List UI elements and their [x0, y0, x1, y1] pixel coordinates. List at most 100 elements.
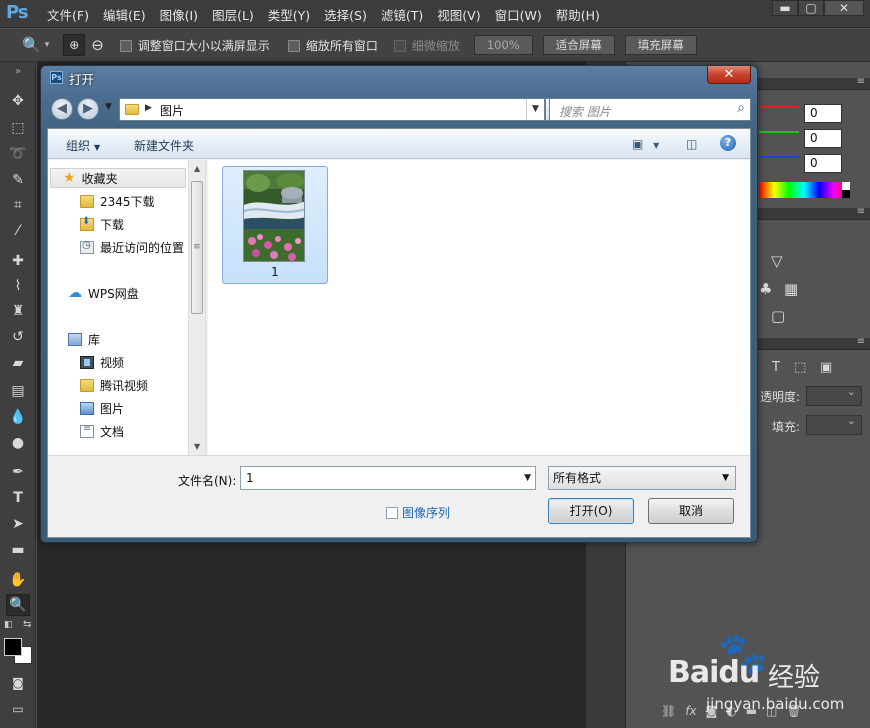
vibrance-icon[interactable]: ▽ [771, 252, 783, 270]
nav-scrollbar[interactable]: ▲ ≡ ▼ [188, 160, 205, 455]
back-button[interactable]: ◀ [51, 98, 73, 120]
black-white-swatch[interactable] [842, 182, 850, 198]
fill-screen-button[interactable]: 填充屏幕 [624, 35, 697, 55]
dodge-tool-icon[interactable]: ● [6, 432, 30, 454]
marquee-tool-icon[interactable]: ⬚ [6, 117, 30, 139]
healing-brush-tool-icon[interactable]: ✚ [6, 250, 30, 272]
minimize-button[interactable]: ▬ [772, 0, 798, 16]
preview-pane-icon[interactable]: ◫ [686, 137, 697, 151]
file-item[interactable]: 1 [222, 166, 328, 284]
nav-recent-places[interactable]: 最近访问的位置 [80, 237, 184, 257]
gradient-tool-icon[interactable]: ▤ [6, 380, 30, 402]
filename-dropdown-icon[interactable]: ▼ [524, 467, 531, 489]
menu-file[interactable]: 文件(F) [40, 5, 96, 24]
eraser-tool-icon[interactable]: ▰ [6, 352, 30, 374]
quick-select-tool-icon[interactable]: ✎ [6, 169, 30, 191]
screen-mode-icon[interactable]: ▭ [6, 698, 30, 720]
fit-screen-button[interactable]: 适合屏幕 [542, 35, 615, 55]
channel-mixer-icon[interactable]: ▦ [784, 280, 798, 298]
recent-pages-dropdown-icon[interactable]: ▼ [105, 102, 112, 112]
breadcrumb-pictures[interactable]: 图片 [160, 102, 184, 119]
brush-tool-icon[interactable]: ⌇ [6, 275, 30, 297]
zoom-tool-icon[interactable]: 🔍 [22, 36, 41, 54]
shape-tool-icon[interactable]: ▬ [6, 539, 30, 561]
organize-menu[interactable]: 组织 ▼ [66, 137, 100, 154]
maximize-button[interactable]: ▢ [798, 0, 824, 16]
fill-field[interactable] [806, 414, 862, 435]
foreground-color-swatch[interactable] [4, 638, 22, 656]
view-options-icon[interactable]: ▣ ▼ [632, 137, 659, 151]
lasso-tool-icon[interactable]: ➰ [6, 143, 30, 165]
menu-layer[interactable]: 图层(L) [205, 5, 261, 24]
dialog-close-button[interactable]: ✕ [707, 66, 751, 84]
filter-type-icon[interactable]: T [772, 360, 780, 375]
gradient-map-icon[interactable]: ▢ [771, 307, 785, 325]
file-type-select[interactable]: 所有格式 ▼ [548, 466, 736, 490]
swap-colors-icon[interactable]: ⇆ [23, 619, 31, 630]
scroll-down-icon[interactable]: ▼ [194, 442, 200, 451]
move-tool-icon[interactable]: ✥ [6, 90, 30, 112]
address-bar[interactable]: ▶ 图片 ▼ [119, 98, 545, 121]
opacity-field[interactable] [806, 385, 862, 406]
red-value[interactable]: 0 [804, 104, 842, 123]
menu-image[interactable]: 图像(I) [153, 5, 205, 24]
quick-mask-icon[interactable]: ◙ [6, 672, 30, 694]
history-brush-tool-icon[interactable]: ↺ [6, 326, 30, 348]
menu-select[interactable]: 选择(S) [317, 5, 374, 24]
layer-style-icon[interactable]: fx [685, 704, 696, 718]
zoom-all-checkbox[interactable] [287, 39, 300, 52]
type-tool-icon[interactable]: T [6, 487, 30, 509]
menu-help[interactable]: 帮助(H) [549, 5, 607, 24]
eyedropper-tool-icon[interactable]: ⁄ [6, 220, 30, 242]
resize-windows-option[interactable]: 调整窗口大小以满屏显示 [119, 37, 270, 54]
panel-menu-icon[interactable]: ≡ [857, 76, 865, 87]
nav-2345-downloads[interactable]: 2345下载 [80, 191, 155, 211]
help-icon[interactable]: ? [720, 135, 736, 151]
crop-tool-icon[interactable]: ⌗ [6, 194, 30, 216]
path-selection-tool-icon[interactable]: ➤ [6, 513, 30, 535]
blue-slider[interactable] [759, 156, 799, 158]
panel-menu-icon[interactable]: ≡ [857, 206, 865, 217]
menu-type[interactable]: 类型(Y) [261, 5, 317, 24]
breadcrumb-arrow-icon[interactable]: ▶ [145, 103, 152, 113]
scroll-up-icon[interactable]: ▲ [194, 164, 200, 173]
menu-filter[interactable]: 滤镜(T) [374, 5, 430, 24]
filename-input[interactable]: 1 ▼ [240, 466, 536, 490]
nav-libraries[interactable]: 库 [68, 329, 100, 349]
blue-value[interactable]: 0 [804, 154, 842, 173]
close-window-button[interactable]: ✕ [824, 0, 864, 16]
filter-shape-icon[interactable]: ⬚ [794, 360, 806, 375]
default-colors-icon[interactable]: ◧ [4, 620, 13, 630]
nav-tencent-video[interactable]: 腾讯视频 [80, 375, 148, 395]
zoom-tool-icon[interactable]: 🔍 [6, 594, 30, 616]
filter-smart-icon[interactable]: ▣ [820, 360, 832, 375]
nav-favorites[interactable]: ★ 收藏夹 [50, 168, 186, 188]
color-spectrum[interactable] [759, 182, 849, 198]
nav-downloads[interactable]: 下载 [80, 214, 124, 234]
zoom-in-icon[interactable]: ⊕ [63, 34, 86, 56]
cancel-button[interactable]: 取消 [648, 498, 734, 524]
panel-menu-icon[interactable]: ≡ [857, 336, 865, 347]
image-sequence-checkbox[interactable] [386, 507, 398, 519]
tools-collapse-icon[interactable]: » [6, 66, 30, 77]
open-button[interactable]: 打开(O) [548, 498, 634, 524]
new-folder-button[interactable]: 新建文件夹 [134, 137, 194, 154]
zoom-all-windows-option[interactable]: 缩放所有窗口 [287, 37, 378, 54]
green-value[interactable]: 0 [804, 129, 842, 148]
address-dropdown-icon[interactable]: ▼ [526, 99, 544, 120]
color-balance-icon[interactable]: ♣ [759, 280, 772, 298]
image-sequence-label[interactable]: 图像序列 [402, 504, 450, 521]
tool-preset-dropdown-icon[interactable]: ▾ [45, 40, 50, 50]
hand-tool-icon[interactable]: ✋ [6, 569, 30, 591]
nav-pictures[interactable]: 图片 [80, 398, 124, 418]
nav-documents[interactable]: 文档 [80, 421, 124, 441]
blur-tool-icon[interactable]: 💧 [6, 406, 30, 428]
green-slider[interactable] [759, 131, 799, 133]
menu-view[interactable]: 视图(V) [430, 5, 487, 24]
nav-videos[interactable]: 视频 [80, 352, 124, 372]
pen-tool-icon[interactable]: ✒ [6, 461, 30, 483]
search-box[interactable]: 搜索 图片 ⌕ [549, 98, 751, 121]
menu-edit[interactable]: 编辑(E) [96, 5, 153, 24]
red-slider[interactable] [759, 106, 799, 108]
menu-window[interactable]: 窗口(W) [488, 5, 549, 24]
